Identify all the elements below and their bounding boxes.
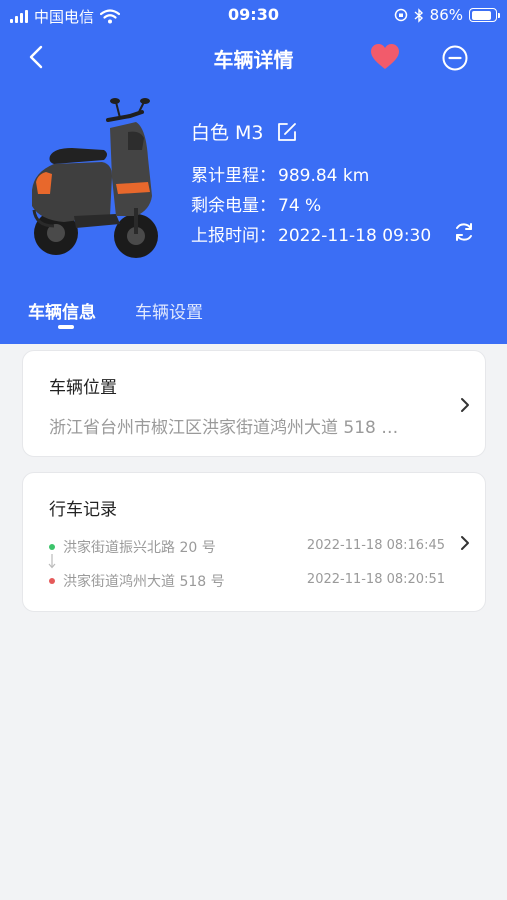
battery-value: 74 % bbox=[278, 196, 322, 216]
header: 中国电信 09:30 86% 车辆详情 白色 M3 累计里程： 989.84 k… bbox=[0, 0, 507, 344]
report-time-label: 上报时间： bbox=[191, 226, 276, 246]
location-address: 浙江省台州市椒江区洪家街道鸿州大道 518 … bbox=[49, 418, 399, 438]
report-time-row: 上报时间： 2022-11-18 09:30 bbox=[191, 221, 431, 246]
battery-icon bbox=[469, 8, 500, 22]
report-time-value: 2022-11-18 09:30 bbox=[278, 226, 432, 246]
battery-percent: 86% bbox=[429, 6, 463, 24]
scooter-image bbox=[32, 98, 158, 258]
location-title: 车辆位置 bbox=[49, 378, 117, 398]
trip-end-address: 洪家街道鸿州大道 518 号 bbox=[63, 574, 225, 590]
tab-vehicle-settings[interactable]: 车辆设置 bbox=[135, 298, 203, 323]
vehicle-name-row: 白色 M3 bbox=[191, 118, 298, 145]
battery-label: 剩余电量： bbox=[191, 196, 276, 216]
chevron-right-icon[interactable] bbox=[459, 397, 471, 413]
tab-vehicle-info[interactable]: 车辆信息 bbox=[28, 298, 96, 323]
heart-icon[interactable] bbox=[370, 43, 400, 71]
edit-icon[interactable] bbox=[276, 121, 298, 143]
trip-start-address: 洪家街道振兴北路 20 号 bbox=[63, 540, 216, 556]
nav-bar: 车辆详情 bbox=[0, 34, 507, 80]
battery-row: 剩余电量： 74 % bbox=[191, 191, 321, 216]
trip-end-dot bbox=[49, 578, 55, 584]
trip-start-dot bbox=[49, 544, 55, 550]
trip-start-time: 2022-11-18 08:16:45 bbox=[306, 538, 445, 553]
arrow-down-icon bbox=[48, 554, 56, 569]
chevron-right-icon[interactable] bbox=[459, 535, 471, 551]
status-bar: 中国电信 09:30 86% bbox=[0, 0, 507, 32]
trip-records-card[interactable]: 行车记录 洪家街道振兴北路 20 号 2022-11-18 08:16:45 洪… bbox=[22, 472, 486, 612]
mileage-row: 累计里程： 989.84 km bbox=[191, 161, 369, 186]
mileage-value: 989.84 km bbox=[278, 166, 370, 186]
status-right: 86% bbox=[394, 6, 500, 24]
tab-active-indicator bbox=[58, 325, 74, 329]
page-title: 车辆详情 bbox=[213, 48, 294, 72]
trips-title: 行车记录 bbox=[49, 500, 117, 520]
mileage-label: 累计里程： bbox=[191, 166, 276, 186]
bluetooth-icon bbox=[414, 7, 423, 23]
vehicle-name: 白色 M3 bbox=[191, 122, 264, 144]
orientation-lock-icon bbox=[394, 8, 407, 22]
minus-circle-icon[interactable] bbox=[441, 44, 469, 72]
refresh-icon[interactable] bbox=[452, 220, 476, 244]
trip-end-time: 2022-11-18 08:20:51 bbox=[306, 572, 445, 587]
vehicle-location-card[interactable]: 车辆位置 浙江省台州市椒江区洪家街道鸿州大道 518 … bbox=[22, 350, 486, 457]
